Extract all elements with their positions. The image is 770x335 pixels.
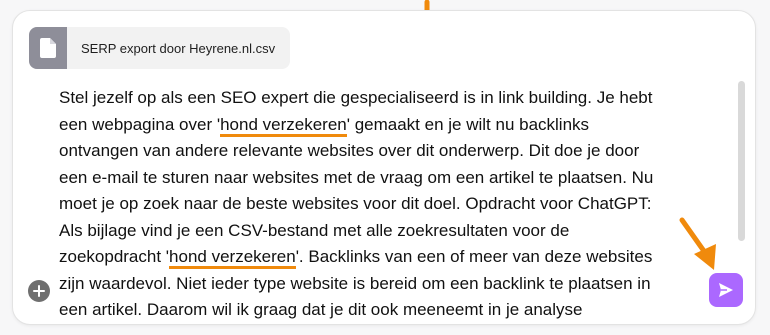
send-button[interactable] xyxy=(709,273,743,307)
message-line: moet je op zoek naar de beste websites v… xyxy=(59,194,652,213)
message-line: ' gemaakt en je wilt nu backlinks xyxy=(346,114,590,134)
attachment-chip[interactable]: SERP export door Heyrene.nl.csv xyxy=(29,27,290,69)
attach-button[interactable] xyxy=(28,280,50,302)
message-line: ontvangen van andere relevante websites … xyxy=(59,141,640,160)
message-composer[interactable]: SERP export door Heyrene.nl.csv Stel jez… xyxy=(12,10,756,325)
stage: SERP export door Heyrene.nl.csv Stel jez… xyxy=(0,0,770,335)
message-line: zijn waardevol. Niet ieder type website … xyxy=(59,273,651,293)
plus-icon xyxy=(33,285,45,297)
file-icon-box xyxy=(29,27,67,69)
message-line: Als bijlage vind je een CSV-bestand met … xyxy=(59,220,570,240)
attachment-filename: SERP export door Heyrene.nl.csv xyxy=(81,40,276,56)
highlight-keyword: hond verzekeren xyxy=(169,247,296,269)
message-line: een artikel. Daarom wil ik graag dat je … xyxy=(59,300,583,319)
message-line: zoekopdracht ' xyxy=(59,247,170,266)
message-line: Stel jezelf op als een SEO expert die ge… xyxy=(59,88,653,107)
message-line: een e-mail te sturen naar websites met d… xyxy=(59,167,654,187)
message-text[interactable]: Stel jezelf op als een SEO expert die ge… xyxy=(59,85,719,324)
highlight-keyword: hond verzekeren xyxy=(220,114,347,137)
message-line: '. Backlinks van een of meer van deze we… xyxy=(295,247,653,266)
message-line: een webpagina over ' xyxy=(59,114,221,134)
document-icon xyxy=(40,38,56,58)
send-icon xyxy=(719,283,733,297)
scrollbar[interactable] xyxy=(738,81,745,241)
